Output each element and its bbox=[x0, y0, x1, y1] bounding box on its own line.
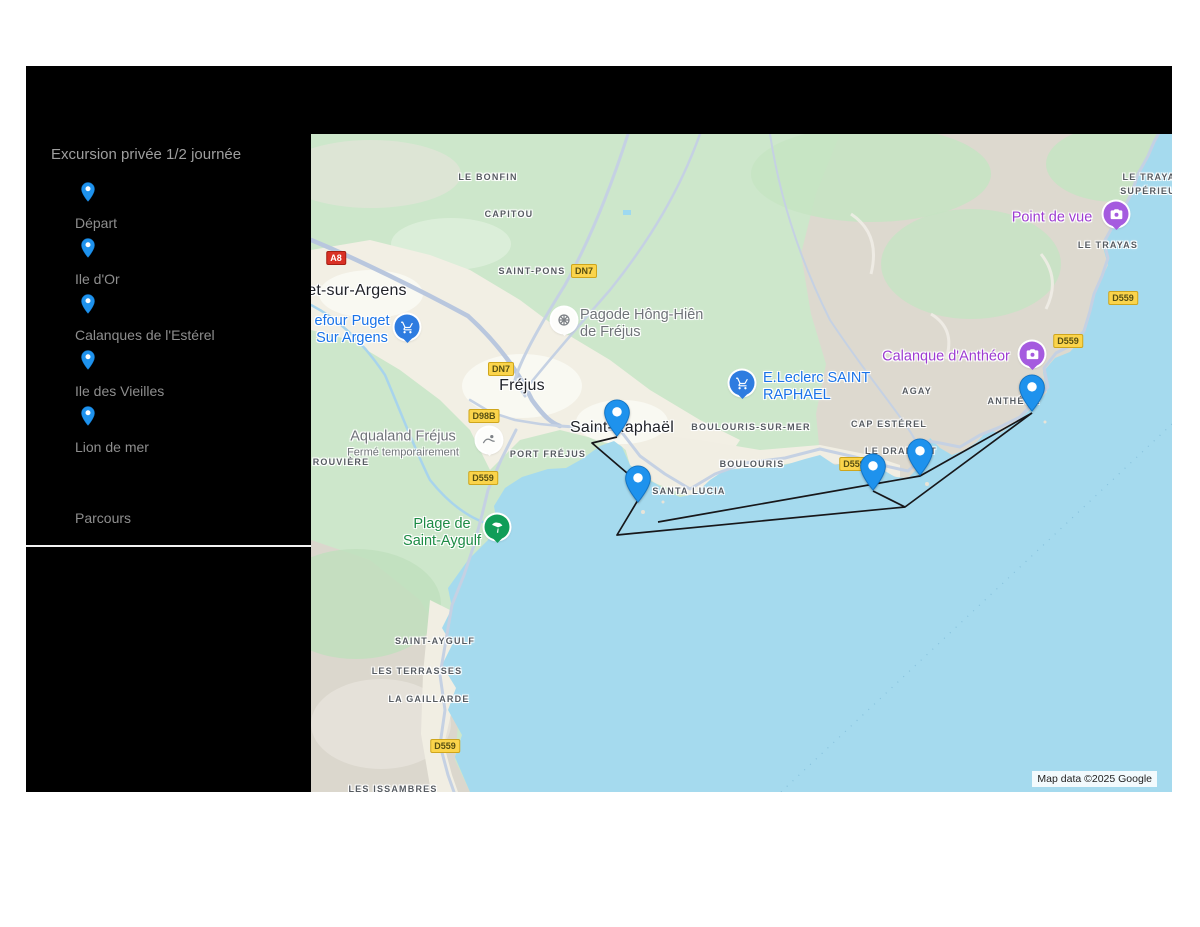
map-pin-icon bbox=[81, 294, 95, 314]
map-terrain bbox=[311, 134, 1172, 792]
legend-item-calanques-de-l-est-rel[interactable]: Calanques de l'Estérel bbox=[26, 294, 215, 344]
legend-items: Départ Ile d'Or Calanques de l'Estérel Ile … bbox=[26, 182, 215, 462]
map-pin-icon bbox=[81, 182, 95, 202]
legend-separator bbox=[26, 545, 311, 547]
legend-item-d-part[interactable]: Départ bbox=[26, 182, 215, 232]
legend-item-ile-des-vieilles[interactable]: Ile des Vieilles bbox=[26, 350, 215, 400]
legend-sidebar: Excursion privée 1/2 journée Départ Ile d… bbox=[26, 66, 311, 792]
map-pin-icon bbox=[81, 406, 95, 426]
legend-item-label: Calanques de l'Estérel bbox=[75, 327, 215, 344]
legend-item-label: Lion de mer bbox=[75, 439, 215, 456]
map-attribution: Map data ©2025 Google bbox=[1032, 771, 1157, 787]
map-canvas[interactable]: LE BONFINCAPITOUSAINT-PONSPORT FRÉJUSROU… bbox=[311, 134, 1172, 792]
legend-item-ile-d-or[interactable]: Ile d'Or bbox=[26, 238, 215, 288]
map-pin-icon bbox=[81, 238, 95, 258]
legend-item-label: Ile des Vieilles bbox=[75, 383, 215, 400]
legend-item-lion-de-mer[interactable]: Lion de mer bbox=[26, 406, 215, 456]
excursion-map-embed: Excursion privée 1/2 journée Départ Ile d… bbox=[26, 66, 1172, 792]
legend-item-label: Départ bbox=[75, 215, 215, 232]
legend-title: Excursion privée 1/2 journée bbox=[51, 146, 241, 163]
legend-item-label: Ile d'Or bbox=[75, 271, 215, 288]
legend-section-parcours: Parcours bbox=[75, 510, 131, 526]
map-pin-icon bbox=[81, 350, 95, 370]
